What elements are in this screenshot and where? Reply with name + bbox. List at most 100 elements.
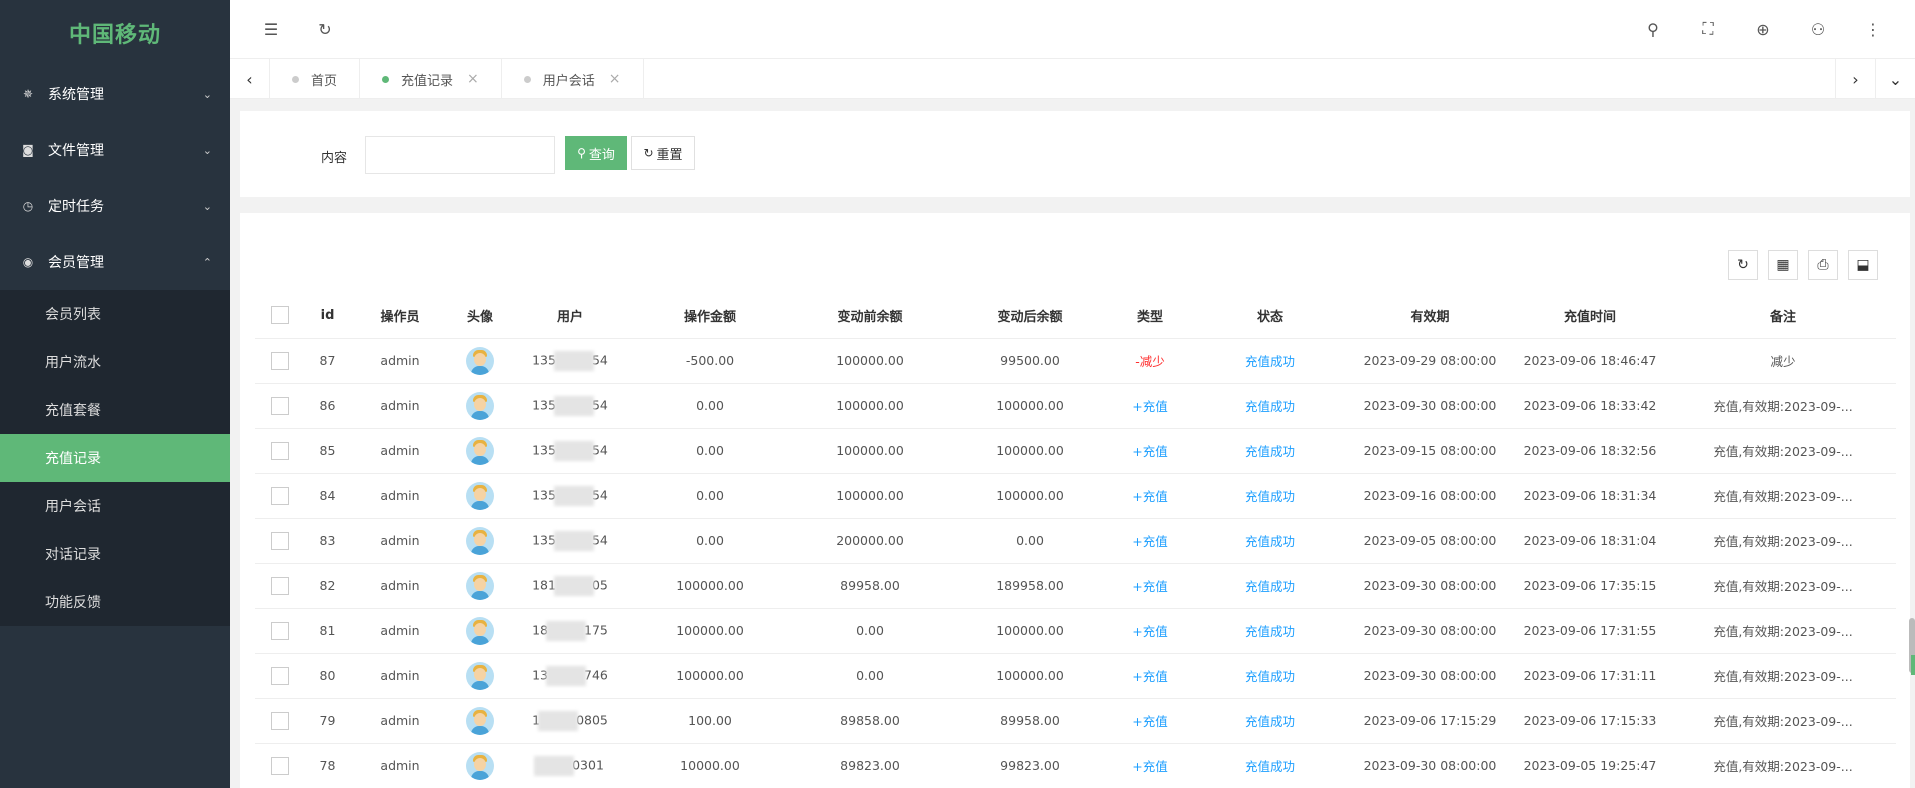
select-all-checkbox[interactable]: [271, 306, 289, 325]
user-prefix: 135: [532, 487, 556, 502]
cell-user: 181 05: [510, 563, 630, 609]
column-header: 变动前余额: [790, 293, 950, 339]
cell-expiry: 2023-09-06 17:15:29: [1350, 698, 1510, 744]
cell-operator: admin: [350, 518, 450, 564]
chevron-down-icon: ⌄: [202, 87, 212, 101]
sidebar-subitem-1[interactable]: 用户流水: [0, 338, 230, 386]
cell-avatar: [450, 563, 510, 609]
cell-operator: admin: [350, 743, 450, 788]
tab-label: 充值记录: [401, 73, 454, 89]
cell-type: +充值: [1110, 473, 1190, 519]
cell-status: 充值成功: [1190, 428, 1350, 474]
cell-amount: 100000.00: [630, 653, 790, 699]
cell-id: 87: [305, 338, 350, 384]
avatar: [466, 661, 494, 690]
reset-button[interactable]: ↻ 重置: [631, 136, 695, 170]
user-suffix: 05: [591, 577, 608, 592]
cell-id: 83: [305, 518, 350, 564]
cell-type: +充值: [1110, 698, 1190, 744]
sidebar-group-1[interactable]: ◙ 文件管理 ⌄: [0, 122, 230, 178]
sidebar-subitem-0[interactable]: 会员列表: [0, 290, 230, 338]
cell-note: 充值,有效期:2023-09-...: [1670, 653, 1896, 699]
avatar-face: [474, 622, 486, 636]
sidebar-subitem-6[interactable]: 功能反馈: [0, 578, 230, 626]
content-search-input[interactable]: [365, 136, 555, 174]
table-row: 79 admin 1 0805 100.00 89858.00 89958.00 +充值 充值成…: [255, 698, 1896, 744]
tab-dot: [382, 75, 390, 83]
cell-user: 135 54: [510, 383, 630, 429]
table-print-icon[interactable]: ⎙: [1808, 250, 1838, 280]
close-icon[interactable]: ×: [609, 71, 621, 87]
tab-2[interactable]: 用户会话 ×: [502, 59, 644, 99]
search-icon[interactable]: ⚲: [1638, 14, 1668, 44]
tab-0[interactable]: 首页: [270, 59, 361, 99]
column-header: 类型: [1110, 293, 1190, 339]
cell-after-balance: 100000.00: [950, 608, 1110, 654]
cell-id: 81: [305, 608, 350, 654]
cell-user: 135 54: [510, 473, 630, 519]
cell-note: 充值,有效期:2023-09-...: [1670, 563, 1896, 609]
globe-icon[interactable]: ⊕: [1748, 14, 1778, 44]
row-checkbox-cell: [255, 338, 305, 384]
sidebar-group-3[interactable]: ◉ 会员管理 ⌃: [0, 234, 230, 290]
cell-after-balance: 99500.00: [950, 338, 1110, 384]
cell-status: 充值成功: [1190, 383, 1350, 429]
row-checkbox[interactable]: [271, 441, 289, 460]
row-checkbox[interactable]: [271, 531, 289, 550]
fullscreen-icon[interactable]: ⛶: [1693, 14, 1723, 44]
query-button[interactable]: ⚲ 查询: [565, 136, 627, 170]
sidebar-subitem-5[interactable]: 对话记录: [0, 530, 230, 578]
tab-dropdown-icon[interactable]: ⌄: [1875, 59, 1915, 99]
refresh-icon[interactable]: ↻: [310, 14, 340, 44]
tab-scroll-left-icon[interactable]: ‹: [230, 59, 270, 99]
clock-icon: ◷: [22, 199, 34, 213]
cell-before-balance: 100000.00: [790, 473, 950, 519]
close-icon[interactable]: ×: [467, 71, 479, 87]
user-icon[interactable]: ⚇: [1803, 14, 1833, 44]
avatar-face: [474, 352, 486, 366]
cell-avatar: [450, 383, 510, 429]
row-checkbox[interactable]: [271, 666, 289, 685]
table-columns-icon[interactable]: ▦: [1768, 250, 1798, 280]
avatar-body: [471, 635, 489, 645]
app-logo: 中国移动: [68, 23, 161, 48]
tab-dot: [523, 75, 531, 83]
cell-before-balance: 100000.00: [790, 428, 950, 474]
cell-operator: admin: [350, 338, 450, 384]
column-header: 用户: [510, 293, 630, 339]
redacted-blur: [553, 395, 594, 416]
query-button-label: 查询: [588, 147, 615, 163]
cell-avatar: [450, 518, 510, 564]
row-checkbox[interactable]: [271, 621, 289, 640]
avatar-body: [471, 365, 489, 375]
row-checkbox-cell: [255, 428, 305, 474]
table-export-icon[interactable]: ⬓: [1848, 250, 1878, 280]
reset-button-label: 重置: [656, 147, 683, 163]
cell-id: 80: [305, 653, 350, 699]
table-row: 84 admin 135 54 0.00 100000.00 100000.00 +充值 充值成…: [255, 473, 1896, 519]
sidebar-subitem-3[interactable]: 充值记录: [0, 434, 230, 482]
row-checkbox[interactable]: [271, 756, 289, 775]
avatar: [466, 436, 494, 465]
row-checkbox[interactable]: [271, 576, 289, 595]
row-checkbox[interactable]: [271, 351, 289, 370]
row-checkbox[interactable]: [271, 486, 289, 505]
sidebar-subitem-2[interactable]: 充值套餐: [0, 386, 230, 434]
sidebar-subitem-4[interactable]: 用户会话: [0, 482, 230, 530]
tab-1[interactable]: 充值记录 ×: [360, 59, 502, 99]
cell-status: 充值成功: [1190, 518, 1350, 564]
table-panel: ↻ ▦ ⎙ ⬓ id 操作员 头像 用户 操作金额 变动前余额 变动后余额 类型 状态 有效期 充值…: [240, 213, 1910, 788]
sidebar-group-0[interactable]: ✵ 系统管理 ⌄: [0, 66, 230, 122]
tab-scroll-right-icon[interactable]: ›: [1835, 59, 1875, 99]
cell-status: 充值成功: [1190, 743, 1350, 788]
table-row: 80 admin 13 746 100000.00 0.00 100000.00 +充值 充值成…: [255, 653, 1896, 699]
more-icon[interactable]: ⋮: [1858, 14, 1888, 44]
sidebar-group-2[interactable]: ◷ 定时任务 ⌄: [0, 178, 230, 234]
recharge-records-table: id 操作员 头像 用户 操作金额 变动前余额 变动后余额 类型 状态 有效期 充值时间 备注 87 a…: [255, 293, 1896, 788]
row-checkbox[interactable]: [271, 711, 289, 730]
cell-operator: admin: [350, 698, 450, 744]
table-refresh-icon[interactable]: ↻: [1728, 250, 1758, 280]
menu-toggle-icon[interactable]: ☰: [256, 14, 286, 44]
cell-expiry: 2023-09-30 08:00:00: [1350, 563, 1510, 609]
row-checkbox[interactable]: [271, 396, 289, 415]
